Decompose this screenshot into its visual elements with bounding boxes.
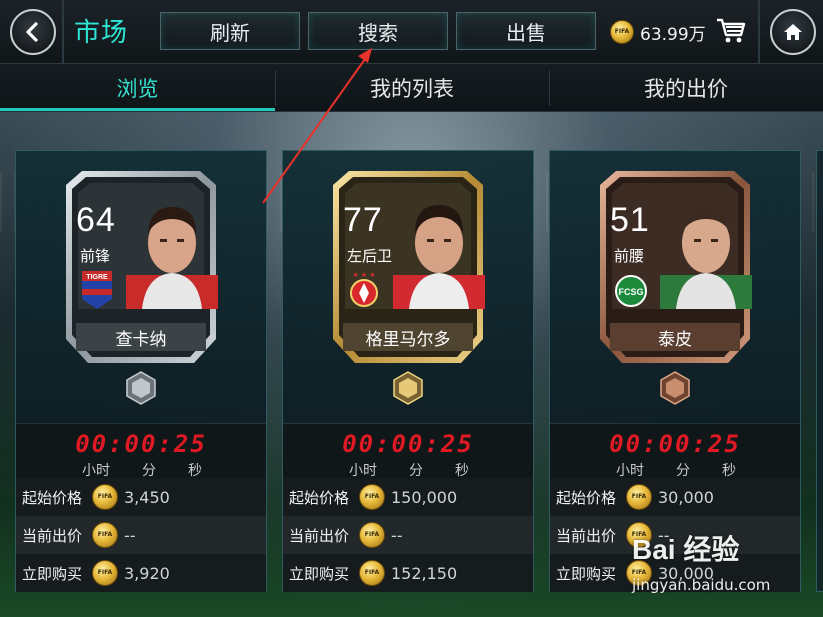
start-price-label: 起始价格 [289, 488, 350, 507]
sell-button[interactable]: 出售 [456, 12, 596, 50]
minutes-label: 分 [409, 463, 423, 479]
minutes-label: 分 [142, 463, 156, 479]
current-bid-value: -- [391, 525, 403, 545]
back-button[interactable] [10, 9, 56, 55]
start-price-row: 起始价格 150,000 [283, 478, 533, 516]
search-button[interactable]: 搜索 [308, 12, 448, 50]
player-rating: 64 [76, 201, 116, 239]
page-title: 市场 [74, 18, 129, 48]
start-price-row: 起始价格 30,000 [550, 478, 800, 516]
next-card-edge [816, 150, 823, 592]
tier-badge-icon [660, 371, 690, 405]
tab-my-list[interactable]: 我的列表 [275, 64, 549, 112]
current-bid-value: -- [124, 525, 136, 545]
timer-units: 小时 分 秒 [82, 460, 202, 480]
buy-now-value: 152,150 [391, 563, 458, 583]
coin-icon [359, 484, 385, 510]
home-button[interactable] [770, 9, 816, 55]
current-bid-row: 当前出价 -- [16, 516, 266, 554]
coin-icon [92, 484, 118, 510]
player-position: 左后卫 [347, 247, 393, 265]
minutes-label: 分 [676, 463, 690, 479]
player-card[interactable]: 64 前锋 TIGRE 查卡纳 [56, 163, 226, 405]
timer-units: 小时 分 秒 [349, 460, 469, 480]
divider [62, 0, 64, 64]
tier-badge-icon [126, 371, 156, 405]
player-position: 前腰 [614, 247, 645, 265]
tab-my-bids[interactable]: 我的出价 [549, 64, 823, 112]
coin-icon [626, 484, 652, 510]
player-rating: 51 [610, 201, 650, 239]
player-card[interactable]: 77 左后卫 ★ ★ ★ 格里马尔多 [323, 163, 493, 405]
start-price-label: 起始价格 [556, 488, 617, 507]
buy-now-value: 3,920 [124, 563, 170, 583]
watermark-logo: Bai 经验 [632, 534, 740, 565]
listing-card[interactable]: 51 前腰 FCSG 泰皮 00:00:25 小时 分 秒 起始价格 30,00… [549, 150, 801, 592]
player-name: 格里马尔多 [365, 329, 451, 350]
buy-now-label: 立即购买 [22, 564, 83, 583]
svg-text:TIGRE: TIGRE [86, 274, 108, 281]
coin-icon [359, 560, 385, 586]
current-bid-label: 当前出价 [22, 526, 83, 545]
divider [758, 0, 760, 64]
start-price-value: 3,450 [124, 487, 170, 507]
start-price-label: 起始价格 [22, 488, 83, 507]
player-position: 前锋 [80, 247, 111, 265]
start-price-value: 30,000 [658, 487, 714, 507]
tab-browse[interactable]: 浏览 [0, 64, 275, 112]
seconds-label: 秒 [722, 463, 736, 479]
cart-icon[interactable] [716, 17, 746, 45]
player-photo [393, 205, 485, 309]
player-card[interactable]: 51 前腰 FCSG 泰皮 [590, 163, 760, 405]
timer-value: 00:00:25 [342, 430, 474, 458]
current-bid-label: 当前出价 [556, 526, 617, 545]
chevron-left-icon [26, 22, 38, 42]
club-crest: TIGRE [82, 271, 112, 309]
seconds-label: 秒 [455, 463, 469, 479]
buy-now-row[interactable]: 立即购买 3,920 [16, 554, 266, 592]
buy-now-label: 立即购买 [556, 564, 617, 583]
start-price-row: 起始价格 3,450 [16, 478, 266, 516]
player-name: 泰皮 [658, 329, 692, 350]
listing-card[interactable]: 77 左后卫 ★ ★ ★ 格里马尔多 00:00:25 小时 分 秒 起始价格 … [282, 150, 534, 592]
club-crest: ★ ★ ★ [350, 271, 378, 307]
timer-units: 小时 分 秒 [616, 460, 736, 480]
divider [275, 70, 276, 106]
coin-icon [92, 560, 118, 586]
coin-icon [610, 20, 634, 44]
player-photo [126, 207, 218, 309]
buy-now-row[interactable]: 立即购买 152,150 [283, 554, 533, 592]
player-name: 查卡纳 [115, 329, 167, 350]
sub-tab-bar: 浏览 我的列表 我的出价 [0, 64, 823, 112]
buy-now-label: 立即购买 [289, 564, 350, 583]
top-bar: 市场 刷新 搜索 出售 63.99万 [0, 0, 823, 64]
hours-label: 小时 [349, 463, 377, 479]
current-bid-row: 当前出价 -- [283, 516, 533, 554]
hours-label: 小时 [82, 463, 110, 479]
current-bid-label: 当前出价 [289, 526, 350, 545]
timer-value: 00:00:25 [609, 430, 741, 458]
divider [549, 70, 550, 106]
seconds-label: 秒 [188, 463, 202, 479]
watermark: Bai 经验 jingyan.baidu.com [632, 528, 822, 608]
listing-card[interactable]: 64 前锋 TIGRE 查卡纳 00:00:25 小时 分 秒 起始价格 3,4… [15, 150, 267, 592]
balance-value: 63.99万 [640, 24, 706, 45]
player-rating: 77 [343, 201, 383, 239]
active-tab-indicator [0, 108, 275, 111]
hours-label: 小时 [616, 463, 644, 479]
watermark-url: jingyan.baidu.com [632, 576, 771, 594]
tier-badge-icon [393, 371, 423, 405]
player-photo [660, 209, 752, 309]
refresh-button[interactable]: 刷新 [160, 12, 300, 50]
club-crest: FCSG [615, 275, 647, 307]
svg-text:★ ★ ★: ★ ★ ★ [352, 271, 375, 279]
coin-balance: 63.99万 [610, 18, 706, 46]
coin-icon [92, 522, 118, 548]
svg-text:FCSG: FCSG [618, 287, 643, 297]
timer-value: 00:00:25 [75, 430, 207, 458]
home-icon [784, 24, 802, 40]
start-price-value: 150,000 [391, 487, 458, 507]
coin-icon [359, 522, 385, 548]
